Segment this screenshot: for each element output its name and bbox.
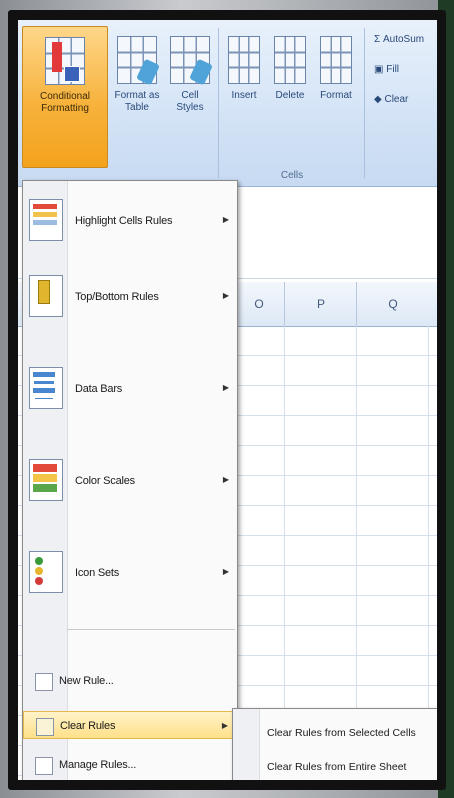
screen-frame: Conditional Formatting Format as Table C… <box>8 10 446 790</box>
menu-item-top-bottom-rules[interactable]: Top/Bottom Rules ▶ <box>23 261 237 333</box>
clear-button[interactable]: ◆ Clear <box>374 94 408 105</box>
insert-icon <box>228 36 260 84</box>
menu-item-label: Data Bars <box>75 383 123 395</box>
clear-rules-icon <box>36 718 54 736</box>
menu-item-label: Highlight Cells Rules <box>75 215 173 227</box>
submenu-arrow-icon: ▶ <box>221 721 228 730</box>
clear-rules-submenu: Clear Rules from Selected Cells Clear Ru… <box>232 708 437 780</box>
sigma-icon: Σ <box>374 34 383 45</box>
cell-styles-button[interactable]: Cell Styles <box>166 26 214 168</box>
menu-item-label: Top/Bottom Rules <box>75 291 159 303</box>
ribbon-separator <box>218 28 219 178</box>
submenu-item-clear-selected-cells[interactable]: Clear Rules from Selected Cells <box>267 719 433 747</box>
menu-item-highlight-cells-rules[interactable]: Highlight Cells Rules ▶ <box>23 185 237 257</box>
menu-item-color-scales[interactable]: Color Scales ▶ <box>23 445 237 517</box>
conditional-formatting-menu: Highlight Cells Rules ▶ Top/Bottom Rules… <box>22 180 238 780</box>
ribbon: Conditional Formatting Format as Table C… <box>18 20 437 187</box>
menu-item-label: Icon Sets <box>75 567 120 579</box>
submenu-arrow-icon: ▶ <box>222 567 229 576</box>
column-header[interactable]: Q <box>356 282 429 326</box>
top-bottom-icon <box>29 275 63 317</box>
highlight-cells-icon <box>29 199 63 241</box>
submenu-item-clear-entire-sheet[interactable]: Clear Rules from Entire Sheet <box>267 753 433 780</box>
delete-icon <box>274 36 306 84</box>
fill-button[interactable]: ▣ Fill <box>374 64 399 75</box>
delete-button[interactable]: Delete <box>268 26 312 168</box>
submenu-arrow-icon: ▶ <box>222 291 229 300</box>
autosum-button[interactable]: Σ AutoSum <box>374 34 424 45</box>
cells-group-label: Cells <box>280 170 304 181</box>
eraser-icon: ◆ <box>374 94 385 105</box>
manage-rules-icon <box>35 757 53 775</box>
insert-label: Insert <box>231 90 257 101</box>
insert-button[interactable]: Insert <box>222 26 266 168</box>
excel-window: Conditional Formatting Format as Table C… <box>18 20 437 780</box>
menu-item-label: New Rule... <box>59 675 114 687</box>
fill-icon: ▣ <box>374 64 387 75</box>
column-header[interactable]: P <box>284 282 357 326</box>
menu-item-label: Manage Rules... <box>59 759 137 771</box>
delete-label: Delete <box>275 90 305 101</box>
format-button[interactable]: Format <box>314 26 358 168</box>
menu-item-label: Clear Rules <box>60 720 116 732</box>
menu-item-data-bars[interactable]: Data Bars ▶ <box>23 353 237 425</box>
color-scales-icon <box>29 459 63 501</box>
new-rule-icon <box>35 673 53 691</box>
format-icon <box>320 36 352 84</box>
menu-divider <box>67 629 235 630</box>
autosum-label: AutoSum <box>382 34 425 45</box>
submenu-arrow-icon: ▶ <box>222 475 229 484</box>
format-as-table-label: Format as Table <box>114 90 160 113</box>
ribbon-separator <box>364 28 365 178</box>
submenu-icon-gutter <box>233 709 260 780</box>
clear-label: Clear <box>384 94 409 105</box>
cell-styles-icon <box>170 36 210 84</box>
menu-item-manage-rules[interactable]: Manage Rules... <box>23 751 237 779</box>
conditional-formatting-icon <box>45 37 85 85</box>
submenu-arrow-icon: ▶ <box>222 383 229 392</box>
format-as-table-icon <box>117 36 157 84</box>
menu-item-clear-rules[interactable]: Clear Rules ▶ <box>23 711 237 739</box>
menu-item-icon-sets[interactable]: Icon Sets ▶ <box>23 537 237 609</box>
submenu-arrow-icon: ▶ <box>222 215 229 224</box>
data-bars-icon <box>29 367 63 409</box>
menu-item-new-rule[interactable]: New Rule... <box>23 667 237 695</box>
conditional-formatting-label: Conditional Formatting <box>39 91 91 114</box>
fill-label: Fill <box>386 64 400 75</box>
menu-item-label: Color Scales <box>75 475 135 487</box>
icon-sets-icon <box>29 551 63 593</box>
conditional-formatting-button[interactable]: Conditional Formatting <box>22 26 108 168</box>
cell-styles-label: Cell Styles <box>176 90 204 113</box>
column-header[interactable]: O <box>232 282 285 326</box>
format-as-table-button[interactable]: Format as Table <box>110 26 164 168</box>
format-label: Format <box>320 90 352 101</box>
